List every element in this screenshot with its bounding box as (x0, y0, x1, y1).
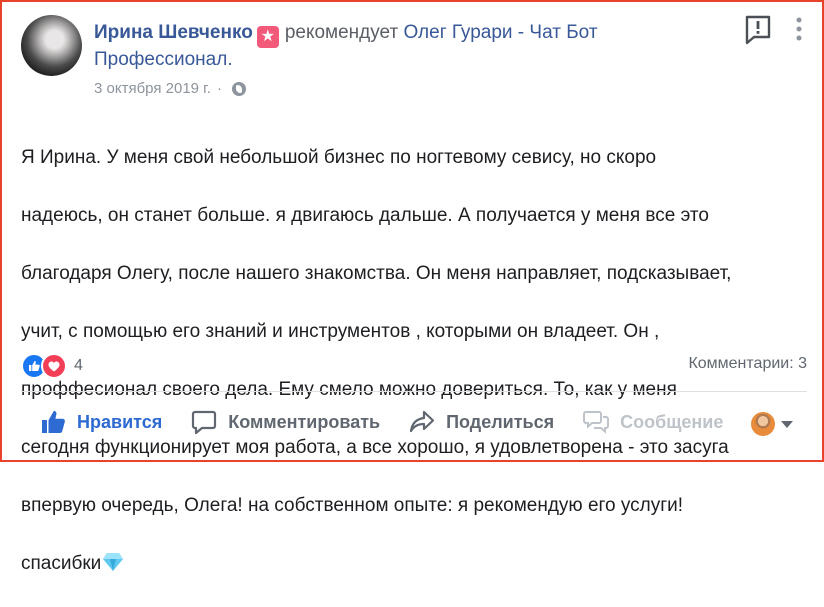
post-body-line: надеюсь, он станет больше. я двигаюсь да… (21, 205, 709, 226)
comments-count-link[interactable]: Комментарии: 3 (688, 355, 807, 373)
post-body-line: сегодня функционирует моя работа, а все … (21, 437, 729, 458)
reactions-summary[interactable]: 4 (21, 353, 83, 379)
chevron-down-icon (781, 420, 793, 428)
message-bubbles-icon (582, 408, 610, 436)
report-button[interactable] (744, 15, 772, 45)
more-options-button[interactable] (792, 16, 806, 46)
gem-icon (103, 553, 124, 571)
post-body-line: спасибки (21, 553, 102, 574)
post-as-selector[interactable] (751, 412, 793, 436)
recommendation-star-icon: ★ (256, 26, 279, 48)
more-dots-icon (796, 17, 802, 41)
author-name-link[interactable]: Ирина Шевченко (94, 22, 253, 43)
post-body-line: учит, с помощью его знаний и инструменто… (21, 321, 660, 342)
post-body-last-line: спасибки (21, 549, 817, 578)
author-avatar[interactable] (21, 15, 82, 76)
post-meta: 3 октября 2019 г. · (94, 80, 246, 97)
share-arrow-icon (408, 408, 436, 436)
like-button[interactable]: Нравится (39, 408, 162, 436)
current-user-avatar (751, 412, 775, 436)
message-button-label: Сообщение (620, 411, 724, 432)
recommends-text: рекомендует (284, 22, 399, 43)
like-button-label: Нравится (77, 411, 163, 432)
post-date-link[interactable]: 3 октября 2019 г. (94, 80, 211, 97)
post-body-line: благодаря Олегу, после нашего знакомства… (21, 263, 732, 284)
reactions-count[interactable]: 4 (74, 357, 83, 375)
message-button[interactable]: Сообщение (582, 408, 723, 436)
post-body-line: проффесионал своего дела. Ему смело можн… (21, 379, 677, 400)
post-actions-bar: Нравится Комментировать Поделиться Сообщ… (39, 408, 807, 436)
share-button[interactable]: Поделиться (408, 408, 554, 436)
love-reaction-icon (41, 353, 67, 379)
globe-icon[interactable] (231, 81, 246, 96)
comment-button[interactable]: Комментировать (190, 408, 380, 436)
comment-bubble-icon (190, 408, 218, 436)
post-body-line: впервую очередь, Олега! на собственном о… (21, 495, 684, 516)
recommendation-post-card: Ирина Шевченко ★ рекомендует Олег Гурари -… (0, 0, 824, 574)
comment-button-label: Комментировать (228, 411, 381, 432)
report-flag-icon (745, 15, 771, 45)
post-header: Ирина Шевченко ★ рекомендует Олег Гурари -… (94, 21, 734, 72)
thumbs-up-icon (39, 408, 67, 436)
actions-divider (21, 391, 807, 392)
share-button-label: Поделиться (446, 411, 555, 432)
post-body-line: Я Ирина. У меня свой небольшой бизнес по… (21, 147, 657, 168)
meta-separator: · (216, 80, 222, 97)
